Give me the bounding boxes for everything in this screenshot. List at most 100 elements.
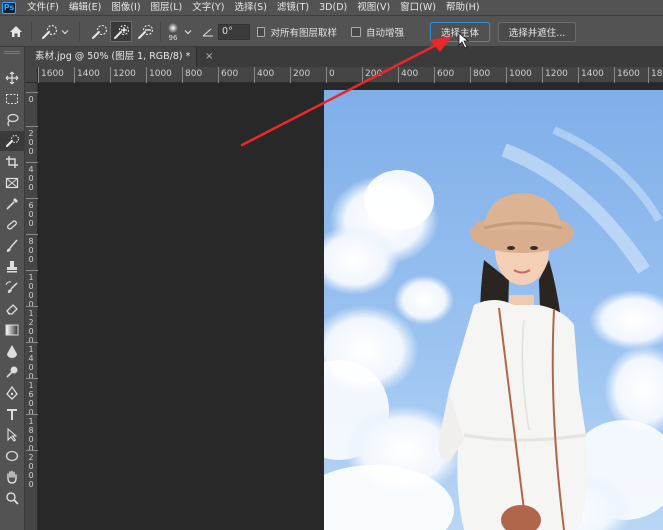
dodge-tool[interactable] [0,362,24,382]
crop-tool[interactable] [0,152,24,172]
blur-tool[interactable] [0,341,24,361]
select-subject-button[interactable]: 选择主体 [430,22,490,42]
ruler-label: 1000 [146,67,172,83]
brush-new-selection-icon [92,24,108,39]
ruler-label: 1400 [74,67,100,83]
quick-selection-tool-icon [41,24,58,39]
angle-icon [202,28,213,37]
rectangle-marquee-icon [6,94,18,104]
menu-layer[interactable]: 图层(L) [146,0,188,15]
auto-enhance-checkbox[interactable] [351,26,361,37]
menu-type[interactable]: 文字(Y) [187,0,229,15]
brush-preset-icon [168,22,178,33]
horizontal-ruler: 1600 1400 1200 1000 800 600 400 200 0 20… [25,67,663,83]
document-tab-bar: 素材.jpg @ 50% (图层 1, RGB/8) * × [25,47,663,67]
home-icon [10,26,22,37]
sample-all-layers-option[interactable]: 对所有图层取样 [257,16,337,47]
ruler-label: 1000 [26,270,39,309]
menu-filter[interactable]: 滤镜(T) [272,0,314,15]
ruler-label: 600 [217,67,239,83]
document-tab-title: 素材.jpg @ 50% (图层 1, RGB/8) * [35,51,191,62]
gradient-icon [5,324,19,336]
arrow-pointer-icon [7,428,18,442]
ellipse-shape-icon [5,450,19,462]
type-tool[interactable] [0,404,24,424]
ruler-label: 1200 [110,67,136,83]
angle-input[interactable]: 0° [218,24,250,40]
ruler-label: 1200 [26,306,39,345]
vertical-ruler: 0 200 400 600 800 1000 1200 1400 1600 18… [25,83,39,530]
select-and-mask-button[interactable]: 选择并遮住... [498,22,576,42]
crop-icon [6,156,18,168]
ruler-label: 2000 [26,450,39,489]
brush-preset-picker[interactable]: 96 [164,16,182,47]
ruler-label: 400 [397,67,419,83]
menu-view[interactable]: 视图(V) [352,0,395,15]
tool-preset-dropdown[interactable] [60,16,70,47]
menu-help[interactable]: 帮助(H) [441,0,485,15]
tool-preset-picker[interactable] [38,16,60,47]
menu-select[interactable]: 选择(S) [229,0,271,15]
ruler-origin[interactable] [25,67,38,83]
home-button[interactable] [5,16,27,47]
ruler-label: 600 [433,67,455,83]
ruler-label: 1000 [506,67,532,83]
eyedropper-tool[interactable] [0,194,24,214]
quick-selection-icon [5,135,19,147]
photo-woman-in-hat [324,90,663,530]
brush-add-selection-icon [114,24,130,39]
document-canvas-photo[interactable] [324,90,663,530]
subtract-from-selection-mode[interactable] [134,16,156,47]
brush-subtract-selection-icon [138,24,154,39]
marquee-tool[interactable] [0,89,24,109]
path-selection-tool[interactable] [0,425,24,445]
auto-enhance-option[interactable]: 自动增强 [351,16,411,47]
frame-tool[interactable] [0,173,24,193]
ruler-label: 800 [26,234,39,264]
gradient-tool[interactable] [0,320,24,340]
quick-selection-tool[interactable] [0,131,24,151]
lasso-tool[interactable] [0,110,24,130]
sample-all-layers-checkbox[interactable] [257,26,266,37]
eraser-tool[interactable] [0,299,24,319]
shape-tool[interactable] [0,446,24,466]
ruler-label: 1400 [26,342,39,381]
history-brush-icon [5,281,18,293]
menu-3d[interactable]: 3D(D) [314,0,352,15]
new-selection-mode[interactable] [88,16,110,47]
ruler-label: 0 [326,67,335,83]
photoshop-window: Ps 文件(F) 编辑(E) 图像(I) 图层(L) 文字(Y) 选择(S) 滤… [0,0,663,530]
menu-image[interactable]: 图像(I) [106,0,145,15]
brush-size-value: 96 [168,33,178,42]
ruler-label: 0 [26,92,39,104]
ruler-label: 1400 [578,67,604,83]
stamp-icon [7,261,17,273]
history-brush-tool[interactable] [0,278,24,298]
auto-enhance-label: 自动增强 [366,27,405,39]
move-tool[interactable] [0,68,24,88]
brush-preset-dropdown[interactable] [183,16,193,47]
brush-tool[interactable] [0,236,24,256]
pen-icon [6,386,18,400]
lasso-icon [7,113,19,127]
tools-panel [0,47,25,530]
pen-tool[interactable] [0,383,24,403]
ruler-label: 800 [181,67,203,83]
clone-stamp-tool[interactable] [0,257,24,277]
menu-file[interactable]: 文件(F) [22,0,64,15]
healing-brush-tool[interactable] [0,215,24,235]
close-tab-icon[interactable]: × [205,47,213,67]
add-to-selection-mode[interactable] [110,21,132,42]
ruler-label: 1600 [614,67,640,83]
type-icon [7,408,17,420]
hand-tool[interactable] [0,467,24,487]
blur-drop-icon [7,345,17,358]
document-tab[interactable]: 素材.jpg @ 50% (图层 1, RGB/8) * [25,47,197,67]
menu-window[interactable]: 窗口(W) [395,0,441,15]
zoom-tool[interactable] [0,488,24,508]
menu-edit[interactable]: 编辑(E) [64,0,106,15]
ruler-label: 200 [26,126,39,156]
ruler-label: 400 [253,67,275,83]
menu-bar: Ps 文件(F) 编辑(E) 图像(I) 图层(L) 文字(Y) 选择(S) 滤… [0,0,663,15]
ruler-label: 1800 [26,414,39,453]
